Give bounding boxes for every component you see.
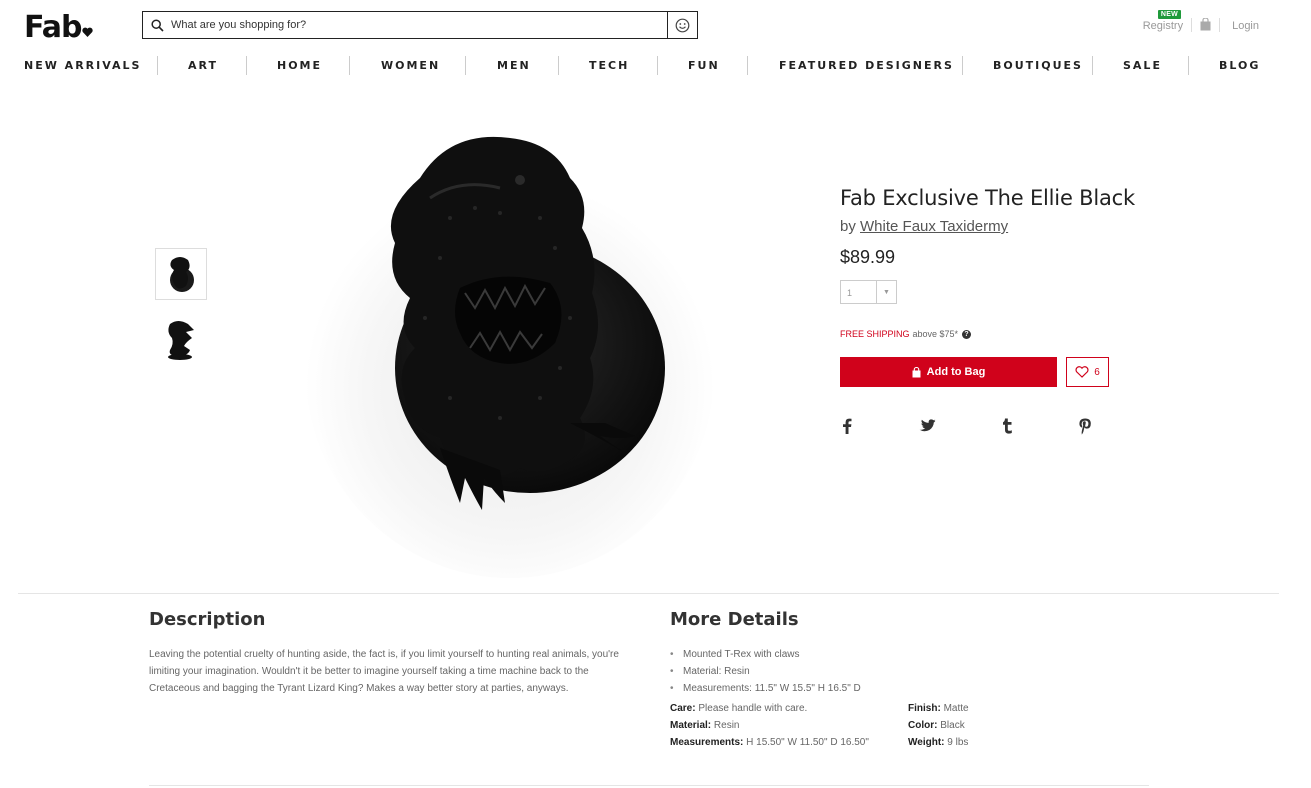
spec-value: 9 lbs	[947, 737, 969, 748]
nav-divider	[1188, 56, 1189, 75]
divider	[1219, 18, 1221, 32]
logo-text: Fab	[24, 10, 82, 45]
spec-label: Finish:	[908, 703, 941, 714]
spec-finish: Finish: Matte	[908, 700, 969, 717]
shopping-bag-icon[interactable]	[1200, 18, 1211, 31]
main-nav: NEW ARRIVALS ART HOME WOMEN MEN TECH FUN…	[0, 56, 1311, 76]
spec-material: Material: Resin	[670, 717, 739, 734]
product-title: Fab Exclusive The Ellie Black	[840, 186, 1135, 210]
nav-item-featured-designers[interactable]: FEATURED DESIGNERS	[779, 59, 954, 72]
new-badge: NEW	[1157, 10, 1182, 19]
list-item: Material: Resin	[670, 663, 861, 680]
nav-item-new-arrivals[interactable]: NEW ARRIVALS	[24, 59, 141, 72]
spec-label: Material:	[670, 720, 712, 731]
spec-value: Matte	[943, 703, 969, 714]
divider	[1191, 18, 1193, 32]
nav-divider	[465, 56, 466, 75]
product-price: $89.99	[840, 247, 896, 267]
thumbnail-2[interactable]	[155, 312, 207, 364]
product-main-image	[305, 136, 715, 578]
search-input[interactable]	[171, 13, 667, 37]
trex-side-thumbnail-image	[168, 321, 194, 360]
favorite-button[interactable]: 6	[1066, 357, 1109, 387]
spec-label: Color:	[908, 720, 938, 731]
shipping-threshold: above $75*	[912, 329, 959, 339]
nav-item-men[interactable]: MEN	[497, 59, 531, 72]
nav-item-art[interactable]: ART	[188, 59, 218, 72]
nav-item-tech[interactable]: TECH	[589, 59, 629, 72]
nav-item-fun[interactable]: FUN	[688, 59, 720, 72]
search-bar	[142, 11, 698, 39]
thumbnail-1[interactable]	[155, 248, 207, 300]
favorite-count: 6	[1094, 366, 1100, 378]
tumblr-icon[interactable]	[997, 416, 1017, 436]
quantity-value: 1	[847, 288, 853, 298]
login-link[interactable]: Login	[1232, 20, 1259, 32]
nav-item-blog[interactable]: BLOG	[1219, 59, 1260, 72]
section-divider	[149, 785, 1149, 786]
spec-label: Measurements:	[670, 737, 744, 748]
add-to-bag-button[interactable]: Add to Bag	[840, 357, 1057, 387]
add-to-bag-label: Add to Bag	[926, 366, 986, 378]
quantity-select[interactable]: 1 ▼	[840, 280, 897, 304]
spec-care: Care: Please handle with care.	[670, 700, 807, 717]
nav-divider	[962, 56, 963, 75]
list-item: Measurements: 11.5" W 15.5" H 16.5" D	[670, 680, 861, 697]
heart-icon	[1075, 366, 1089, 378]
details-list: Mounted T-Rex with claws Material: Resin…	[670, 646, 861, 697]
heart-logo-icon	[82, 27, 94, 37]
free-shipping-label: FREE SHIPPING	[840, 329, 910, 339]
spec-label: Weight:	[908, 737, 945, 748]
spec-color: Color: Black	[908, 717, 965, 734]
designer-link[interactable]: White Faux Taxidermy	[860, 218, 1008, 235]
chevron-down-icon: ▼	[876, 281, 896, 303]
section-divider	[18, 593, 1279, 594]
spec-measurements: Measurements: H 15.50" W 11.50" D 16.50"	[670, 734, 869, 751]
nav-divider	[1092, 56, 1093, 75]
facebook-icon[interactable]	[837, 416, 857, 436]
spec-label: Care:	[670, 703, 696, 714]
fab-logo[interactable]: Fab	[24, 10, 94, 45]
description-heading: Description	[149, 609, 266, 630]
shipping-info: FREE SHIPPING above $75* ?	[840, 329, 972, 339]
description-text: Leaving the potential cruelty of hunting…	[149, 649, 619, 694]
nav-divider	[157, 56, 158, 75]
spec-value: H 15.50" W 11.50" D 16.50"	[746, 737, 869, 748]
spec-value: Resin	[713, 720, 740, 731]
help-icon[interactable]: ?	[962, 329, 972, 339]
spec-value: Black	[940, 720, 965, 731]
registry-link[interactable]: NEW Registry	[1142, 10, 1184, 32]
nav-divider	[558, 56, 559, 75]
spec-weight: Weight: 9 lbs	[908, 734, 968, 751]
list-item: Mounted T-Rex with claws	[670, 646, 861, 663]
nav-divider	[747, 56, 748, 75]
nav-item-sale[interactable]: SALE	[1123, 59, 1162, 72]
nav-item-home[interactable]: HOME	[277, 59, 322, 72]
registry-label: Registry	[1142, 20, 1184, 32]
more-details-heading: More Details	[670, 609, 799, 630]
pinterest-icon[interactable]	[1075, 416, 1095, 436]
header-utilities: NEW Registry Login	[1142, 10, 1259, 32]
nav-divider	[657, 56, 658, 75]
by-prefix: by	[840, 218, 856, 235]
bag-icon	[912, 366, 921, 377]
twitter-icon[interactable]	[917, 416, 937, 436]
search-icon[interactable]	[143, 12, 171, 38]
nav-item-boutiques[interactable]: BOUTIQUES	[993, 59, 1083, 72]
trex-thumbnail-image	[170, 257, 194, 292]
designer-byline: by White Faux Taxidermy	[840, 218, 1008, 235]
nav-divider	[246, 56, 247, 75]
spec-value: Please handle with care.	[698, 703, 808, 714]
smiley-icon[interactable]	[667, 12, 697, 38]
nav-divider	[349, 56, 350, 75]
nav-item-women[interactable]: WOMEN	[381, 59, 440, 72]
